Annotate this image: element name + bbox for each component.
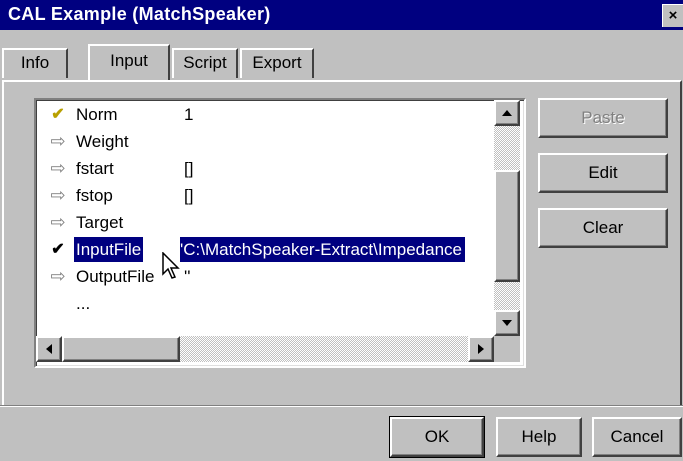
mouse-cursor-icon <box>162 252 180 279</box>
tab-export[interactable]: Export <box>240 48 314 78</box>
arrow-right-icon: ⇨ <box>50 131 66 151</box>
edit-button[interactable]: Edit <box>538 153 668 193</box>
paste-button-label: Paste <box>581 108 625 127</box>
parameter-list[interactable]: ✔ Norm 1 ⇨ Weight ⇨ fstart [] ⇨ fstop []… <box>34 98 526 368</box>
tab-script[interactable]: Script <box>172 48 238 78</box>
param-name: Weight <box>76 132 129 151</box>
scroll-down-button[interactable] <box>494 310 520 336</box>
horizontal-scrollbar[interactable] <box>36 336 494 362</box>
param-value: 'C:\MatchSpeaker-Extract\Impedance <box>180 237 465 262</box>
tab-script-label: Script <box>183 53 227 72</box>
tab-export-label: Export <box>252 53 302 72</box>
cancel-button-label: Cancel <box>610 427 664 446</box>
window-title: CAL Example (MatchSpeaker) <box>8 4 271 24</box>
horizontal-scroll-thumb[interactable] <box>62 336 180 362</box>
param-name: InputFile <box>74 237 144 262</box>
arrow-left-icon <box>46 344 52 354</box>
arrow-right-icon: ⇨ <box>50 266 66 286</box>
scroll-up-button[interactable] <box>494 100 520 126</box>
cancel-button[interactable]: Cancel <box>592 417 682 457</box>
arrow-up-icon <box>502 110 512 116</box>
vertical-scrollbar[interactable] <box>494 100 520 336</box>
edit-button-label: Edit <box>588 163 618 182</box>
param-name: Norm <box>76 105 118 124</box>
clear-button-label: Clear <box>582 218 624 237</box>
arrow-right-icon: ⇨ <box>50 212 66 232</box>
param-value: 1 <box>184 105 194 124</box>
param-name: ... <box>76 294 91 313</box>
tab-input-label: Input <box>110 51 148 70</box>
scrollbar-corner <box>494 336 520 362</box>
arrow-right-icon <box>478 344 484 354</box>
title-bar[interactable]: CAL Example (MatchSpeaker) × <box>0 0 683 30</box>
vertical-scroll-thumb[interactable] <box>494 170 520 282</box>
help-button-label: Help <box>521 427 557 446</box>
param-value: [] <box>184 186 194 205</box>
param-name: Target <box>76 213 124 232</box>
list-viewport: ✔ Norm 1 ⇨ Weight ⇨ fstart [] ⇨ fstop []… <box>36 100 494 336</box>
check-icon: ✔ <box>51 241 65 258</box>
close-icon[interactable]: × <box>662 4 683 27</box>
check-icon: ✔ <box>51 106 65 123</box>
tab-info[interactable]: Info <box>2 48 68 78</box>
param-name: fstop <box>76 186 113 205</box>
param-name: fstart <box>76 159 114 178</box>
clear-button[interactable]: Clear <box>538 208 668 248</box>
tab-input[interactable]: Input <box>88 44 170 80</box>
ok-button-label: OK <box>424 427 450 446</box>
param-value: '' <box>184 267 191 286</box>
scroll-right-button[interactable] <box>468 336 494 362</box>
arrow-right-icon: ⇨ <box>50 158 66 178</box>
help-button[interactable]: Help <box>496 417 582 457</box>
param-name: OutputFile <box>76 267 155 286</box>
bottom-divider <box>0 405 683 407</box>
param-value: [] <box>184 159 194 178</box>
ok-button[interactable]: OK <box>389 416 485 458</box>
arrow-down-icon <box>502 320 512 326</box>
arrow-right-icon: ⇨ <box>50 185 66 205</box>
tab-info-label: Info <box>20 53 50 72</box>
scroll-left-button[interactable] <box>36 336 62 362</box>
paste-button[interactable]: Paste <box>538 98 668 138</box>
